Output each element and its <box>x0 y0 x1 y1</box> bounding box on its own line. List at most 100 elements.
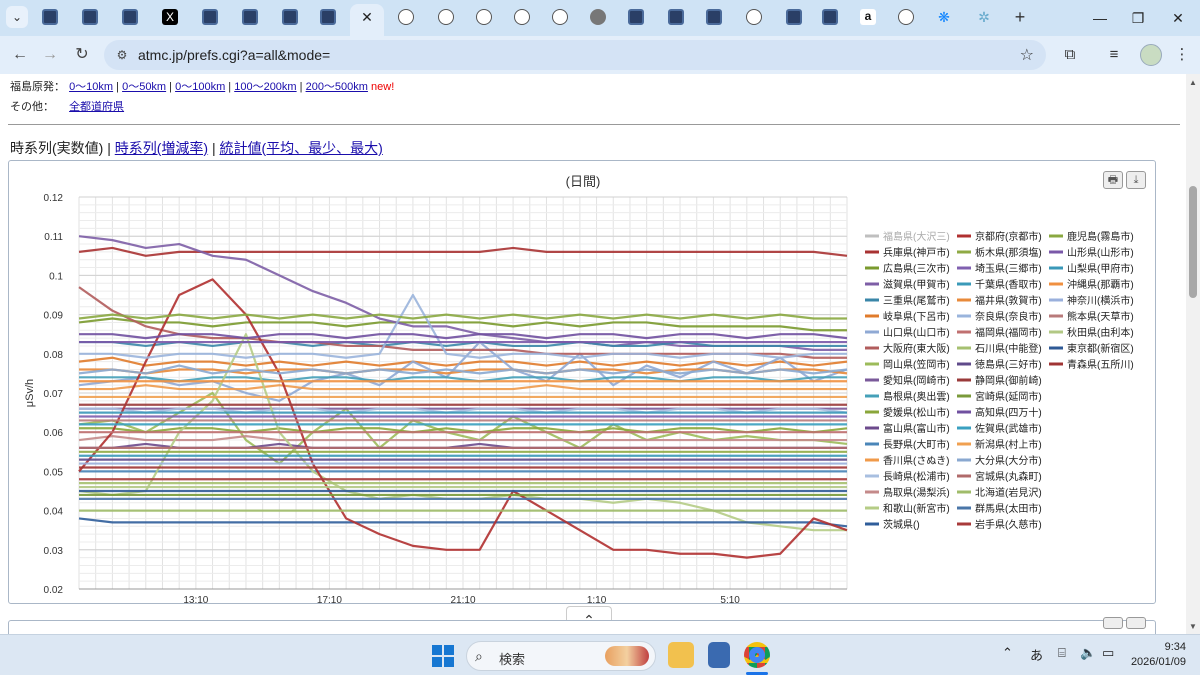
legend-label: 島根県(奥出雲) <box>883 390 950 403</box>
download-icon[interactable]: ⤓ <box>1126 171 1146 189</box>
site-info-icon[interactable]: ⚙ <box>114 47 130 63</box>
network-icon[interactable]: ⌸ <box>1058 645 1066 661</box>
tab-favicon-atmc[interactable] <box>42 9 58 25</box>
link-200-500km[interactable]: 200〜500km <box>306 81 368 93</box>
bookmark-star-icon[interactable]: ☆ <box>1020 45 1034 65</box>
ime-indicator[interactable]: あ <box>1030 645 1043 664</box>
download-icon[interactable] <box>1126 617 1146 629</box>
tab-favicon-atmc[interactable] <box>786 9 802 25</box>
clock-date: 2026/01/09 <box>1130 656 1186 668</box>
file-explorer-icon[interactable] <box>668 642 694 668</box>
scroll-up-arrow-icon[interactable]: ▲ <box>1188 78 1198 88</box>
print-icon[interactable] <box>1103 617 1123 629</box>
minimize-icon[interactable]: — <box>1090 8 1110 28</box>
link-100-200km[interactable]: 100〜200km <box>234 81 296 93</box>
address-bar[interactable]: ⚙ atmc.jp/prefs.cgi?a=all&mode= ☆ <box>104 40 1046 70</box>
legend-label: 鳥取県(湯梨浜) <box>883 486 950 499</box>
close-tab-icon[interactable]: ✕ <box>358 8 376 26</box>
tab-favicon-circle[interactable] <box>398 9 414 25</box>
print-icon[interactable]: 🖶 <box>1103 171 1123 189</box>
tab-favicon-x[interactable]: X <box>162 9 178 25</box>
tab-favicon-atmc[interactable] <box>706 9 722 25</box>
chrome-app-icon[interactable] <box>744 642 770 668</box>
tab-favicon-atmc[interactable] <box>822 9 838 25</box>
legend-label: 山梨県(甲府市) <box>1067 262 1134 275</box>
legend-label: 秋田県(由利本) <box>1067 326 1134 339</box>
chrome-menu-icon[interactable]: ⋮ <box>1172 45 1192 65</box>
legend-label: 山形県(山形市) <box>1067 246 1134 259</box>
url-text[interactable]: atmc.jp/prefs.cgi?a=all&mode= <box>138 47 330 63</box>
tab-favicon-atmc[interactable] <box>668 9 684 25</box>
tab-timeseries-rate[interactable]: 時系列(増減率) <box>115 140 208 156</box>
tab-favicon-amazon[interactable]: a <box>860 9 876 25</box>
legend-label: 群馬県(太田市) <box>975 502 1042 515</box>
page-scrollbar[interactable] <box>1186 74 1200 634</box>
windows-start-icon[interactable] <box>432 645 454 667</box>
scroll-down-arrow-icon[interactable]: ▼ <box>1188 622 1198 632</box>
new-tab-plus-icon[interactable]: + <box>1010 8 1030 28</box>
tab-favicon-atmc[interactable] <box>320 9 336 25</box>
tab-favicon-circle[interactable] <box>476 9 492 25</box>
tab-favicon-circle[interactable] <box>438 9 454 25</box>
search-placeholder: 検索 <box>499 652 526 667</box>
scrollbar-thumb[interactable] <box>1189 186 1197 298</box>
y-tick-label: 0.04 <box>44 507 64 518</box>
tab-favicon-atmc[interactable] <box>202 9 218 25</box>
reload-icon[interactable]: ↻ <box>72 45 92 65</box>
link-0-50km[interactable]: 0〜50km <box>122 81 166 93</box>
tab-statistics[interactable]: 統計値(平均、最少、最大) <box>220 140 383 156</box>
x-tick-label: 5:10 <box>720 595 740 603</box>
y-tick-label: 0.1 <box>49 271 63 282</box>
restore-icon[interactable]: ❐ <box>1128 8 1148 28</box>
x-tick-label: 13:10 <box>183 595 208 603</box>
y-tick-label: 0.03 <box>44 546 64 557</box>
y-axis-label: μSv/h <box>24 379 36 407</box>
legend-label: 栃木県(那須塩) <box>975 246 1042 259</box>
extensions-puzzle-icon[interactable]: ⧉ <box>1060 45 1080 65</box>
media-controls-icon[interactable]: ≡ <box>1104 45 1124 65</box>
tab-favicon-atmc[interactable] <box>242 9 258 25</box>
other-links-row: その他： 全都道府県 <box>10 98 124 114</box>
y-tick-label: 0.12 <box>44 193 64 204</box>
tab-favicon-globe[interactable] <box>590 9 606 25</box>
legend-label: 新潟県(村上市) <box>975 438 1042 451</box>
legend-label: 北海道(岩見沢) <box>975 486 1042 499</box>
legend-label: 高知県(四万十) <box>975 406 1042 419</box>
forward-arrow-icon[interactable]: → <box>40 45 60 65</box>
notepad-icon[interactable] <box>708 642 730 668</box>
legend-label: 宮崎県(延岡市) <box>975 390 1042 403</box>
profile-avatar[interactable] <box>1140 44 1162 66</box>
legend-label: 長崎県(松浦市) <box>883 470 950 483</box>
tab-favicon-bluesky-butterfly-icon[interactable]: ❋ <box>936 9 952 25</box>
tab-search-dropdown-icon[interactable]: ⌄ <box>6 6 28 28</box>
back-arrow-icon[interactable]: ← <box>10 45 30 65</box>
link-all-prefectures[interactable]: 全都道府県 <box>69 101 124 113</box>
tab-favicon-puzzle-icon[interactable]: ✲ <box>976 9 992 25</box>
divider <box>8 124 1180 125</box>
legend-label: 福井県(敦賀市) <box>975 294 1042 307</box>
tray-chevron-up-icon[interactable]: ⌃ <box>1002 645 1013 661</box>
legend-label: 石川県(中能登) <box>975 342 1042 355</box>
tab-favicon-circle[interactable] <box>514 9 530 25</box>
taskbar-search-box[interactable]: ⌕ 検索 <box>466 641 656 671</box>
link-0-100km[interactable]: 0〜100km <box>175 81 225 93</box>
legend-label: 神奈川(横浜市) <box>1067 294 1134 307</box>
link-0-10km[interactable]: 0〜10km <box>69 81 113 93</box>
legend-label: 大分県(大分市) <box>975 454 1042 467</box>
tab-timeseries-actual: 時系列(実数値) <box>10 140 104 156</box>
legend-label: 東京都(新宿区) <box>1067 342 1134 355</box>
tab-favicon-atmc[interactable] <box>122 9 138 25</box>
clock-time: 9:34 <box>1164 641 1186 653</box>
tab-favicon-atmc[interactable] <box>628 9 644 25</box>
tab-favicon-circle[interactable] <box>746 9 762 25</box>
volume-icon[interactable]: 🔈 <box>1080 645 1096 661</box>
tab-favicon-circle[interactable] <box>552 9 568 25</box>
tab-favicon-atmc[interactable] <box>82 9 98 25</box>
battery-icon[interactable]: ▭ <box>1102 645 1114 661</box>
close-window-icon[interactable]: ✕ <box>1168 8 1188 28</box>
taskbar-clock[interactable]: 9:34 2026/01/09 <box>1126 640 1186 670</box>
windows-taskbar: ⌕ 検索 ⌃ あ ⌸ 🔈 ▭ 9:34 2026/01/09 <box>0 634 1200 675</box>
legend-label: 静岡県(御前崎) <box>975 374 1042 387</box>
tab-favicon-atmc[interactable] <box>282 9 298 25</box>
tab-favicon-circle[interactable] <box>898 9 914 25</box>
